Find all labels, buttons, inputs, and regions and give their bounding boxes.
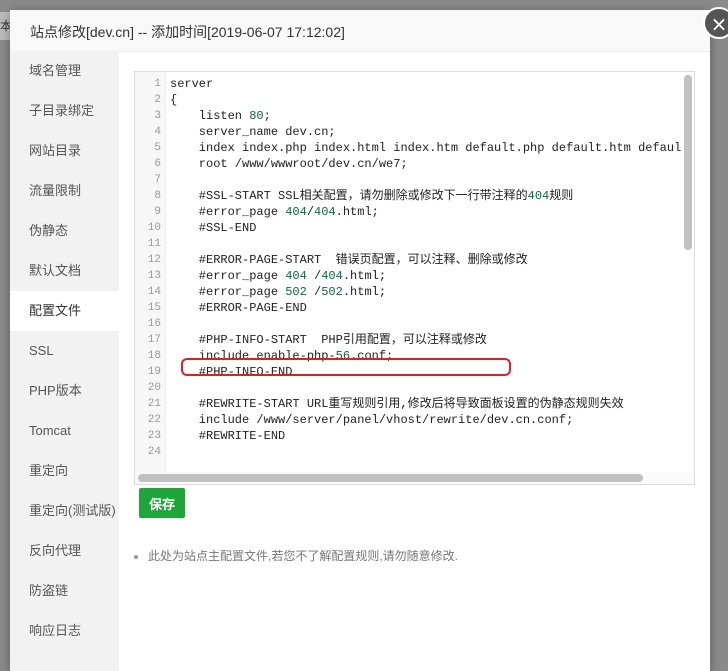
- line-number: 5: [154, 142, 161, 154]
- line-number: 11: [147, 238, 161, 250]
- dialog-title: 站点修改[dev.cn] -- 添加时间[2019-06-07 17:12:02…: [30, 24, 345, 40]
- config-editor[interactable]: 1 server 2 {3 listen 80; 4 server_name dev.c…: [134, 71, 695, 485]
- sidebar-item[interactable]: 重定向(测试版): [10, 491, 119, 531]
- code-line[interactable]: root /www/wwwroot/dev.cn/we7;: [170, 156, 408, 172]
- sidebar-item[interactable]: SSL: [10, 331, 119, 371]
- code-line[interactable]: server_name dev.cn;: [170, 124, 336, 140]
- code-line[interactable]: #error_page 404/404.html;: [170, 204, 379, 220]
- line-number: 24: [147, 446, 161, 458]
- bullet-icon: [134, 554, 138, 559]
- sidebar-item[interactable]: 响应日志: [10, 611, 119, 651]
- dialog-titlebar: 站点修改[dev.cn] -- 添加时间[2019-06-07 17:12:02…: [10, 10, 710, 52]
- line-number: 7: [154, 174, 161, 186]
- code-line[interactable]: #REWRITE-START URL重写规则引用,修改后将导致面板设置的伪静态规…: [170, 396, 624, 412]
- code-line[interactable]: #ERROR-PAGE-START 错误页配置，可以注释、删除或修改: [170, 252, 528, 268]
- line-number: 9: [154, 206, 161, 218]
- sidebar-item[interactable]: 流量限制: [10, 171, 119, 211]
- background-window-fragment: 本: [0, 12, 10, 40]
- line-number: 3: [154, 110, 161, 122]
- code-line[interactable]: #PHP-INFO-START PHP引用配置，可以注释或修改: [170, 332, 487, 348]
- line-number: 15: [147, 302, 161, 314]
- line-number: 12: [147, 254, 161, 266]
- line-number: 14: [147, 286, 161, 298]
- highlight-annotation: [181, 358, 511, 376]
- code-line[interactable]: #error_page 404 /404.html;: [170, 268, 386, 284]
- sidebar-item[interactable]: 防盗链: [10, 571, 119, 611]
- sidebar-item[interactable]: 配置文件: [10, 291, 119, 331]
- sidebar-item[interactable]: 子目录绑定: [10, 91, 119, 131]
- code-line[interactable]: include /www/server/panel/vhost/rewrite/…: [170, 412, 573, 428]
- sidebar: 域名管理 子目录绑定 网站目录 流量限制 伪静态 默认文档 配置文件 SSL PHP版本 Tomc…: [10, 51, 119, 671]
- sidebar-item[interactable]: 默认文档: [10, 251, 119, 291]
- site-edit-dialog: 站点修改[dev.cn] -- 添加时间[2019-06-07 17:12:02…: [10, 7, 728, 671]
- line-number: 1: [154, 78, 161, 90]
- line-number: 21: [147, 398, 161, 410]
- line-number: 10: [147, 222, 161, 234]
- code-line[interactable]: #SSL-START SSL相关配置，请勿删除或修改下一行带注释的404规则: [170, 188, 573, 204]
- horizontal-scrollbar[interactable]: [138, 474, 643, 482]
- code-line[interactable]: index index.php index.html index.htm def…: [170, 140, 682, 156]
- tip-text: 此处为站点主配置文件,若您不了解配置规则,请勿随意修改.: [148, 549, 459, 563]
- code-line[interactable]: {: [170, 92, 177, 108]
- sidebar-item[interactable]: 反向代理: [10, 531, 119, 571]
- code-line[interactable]: #SSL-END: [170, 220, 257, 236]
- vertical-scrollbar[interactable]: [684, 75, 692, 250]
- line-number: 22: [147, 414, 161, 426]
- line-number: 16: [147, 318, 161, 330]
- line-number: 13: [147, 270, 161, 282]
- sidebar-item[interactable]: PHP版本: [10, 371, 119, 411]
- save-button[interactable]: 保存: [139, 488, 185, 518]
- line-number: 19: [147, 366, 161, 378]
- line-number: 4: [154, 126, 161, 138]
- sidebar-item[interactable]: 重定向: [10, 451, 119, 491]
- line-number: 8: [154, 190, 161, 202]
- line-number: 2: [154, 94, 161, 106]
- close-button[interactable]: ×: [703, 7, 728, 39]
- code-line[interactable]: server: [170, 76, 213, 92]
- line-number: 17: [147, 334, 161, 346]
- line-number: 23: [147, 430, 161, 442]
- code-line[interactable]: #ERROR-PAGE-END: [170, 300, 307, 316]
- code-line[interactable]: listen 80;: [170, 108, 271, 124]
- sidebar-item[interactable]: 伪静态: [10, 211, 119, 251]
- line-number: 18: [147, 350, 161, 362]
- line-number: 6: [154, 158, 161, 170]
- sidebar-item[interactable]: Tomcat: [10, 411, 119, 451]
- config-tip: 此处为站点主配置文件,若您不了解配置规则,请勿随意修改.: [134, 547, 458, 564]
- code-line[interactable]: #error_page 502 /502.html;: [170, 284, 386, 300]
- close-icon: ×: [710, 12, 728, 36]
- sidebar-item[interactable]: 域名管理: [10, 51, 119, 91]
- code-line[interactable]: #REWRITE-END: [170, 428, 285, 444]
- sidebar-item[interactable]: 网站目录: [10, 131, 119, 171]
- line-number: 20: [147, 382, 161, 394]
